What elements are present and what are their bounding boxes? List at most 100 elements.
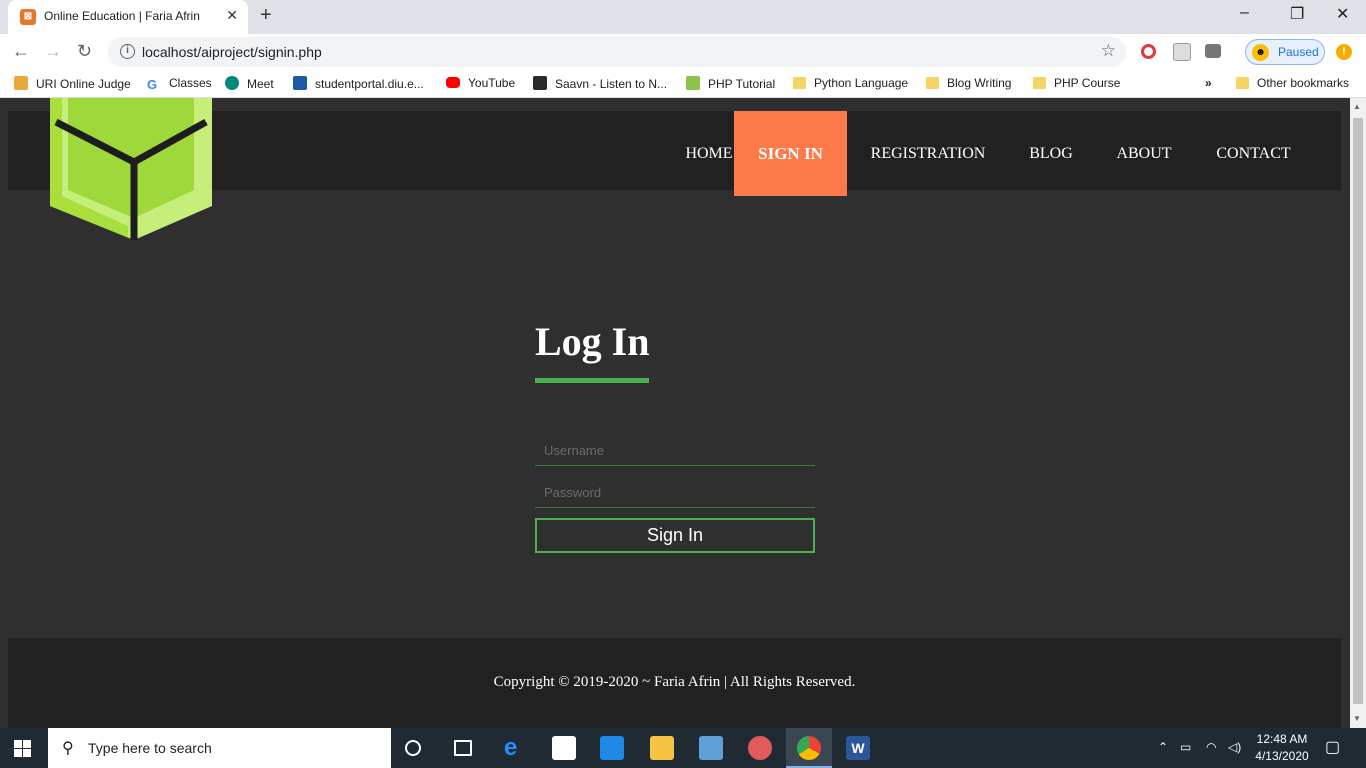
wifi-icon[interactable]: ◠ [1206, 740, 1216, 754]
forward-icon[interactable]: → [44, 41, 62, 62]
bookmark-uri[interactable]: URI Online Judge [14, 76, 131, 92]
tray-overflow-icon[interactable]: ⌃ [1158, 740, 1168, 754]
bookmarks-bar: URI Online Judge G Classes Meet studentpo… [0, 70, 1366, 98]
system-clock[interactable]: 12:48 AM 4/13/2020 [1252, 731, 1312, 765]
clock-time: 12:48 AM [1256, 732, 1308, 746]
diu-icon [293, 76, 307, 90]
bookmark-label: URI Online Judge [36, 77, 131, 91]
bookmark-php-tutorial[interactable]: PHP Tutorial [686, 76, 775, 92]
chrome-icon[interactable] [797, 736, 821, 760]
restore-icon[interactable]: ❐ [1290, 4, 1304, 24]
mail-icon[interactable] [600, 736, 624, 760]
bookmark-other[interactable]: Other bookmarks [1236, 76, 1349, 92]
reload-icon[interactable]: ↻ [77, 41, 92, 62]
tab-strip: ⊠ Online Education | Faria Afrin ✕ + – ❐… [0, 0, 1366, 34]
browser-tab[interactable]: ⊠ Online Education | Faria Afrin ✕ [8, 0, 248, 34]
trophy-icon [14, 76, 28, 90]
taskbar-search-box[interactable]: ⚲ Type here to search [48, 728, 391, 768]
bookmark-label: YouTube [468, 76, 516, 90]
bookmark-python-language[interactable]: Python Language [793, 76, 908, 92]
copyright-text: Copyright © 2019-2020 ~ Faria Afrin | Al… [493, 674, 856, 690]
nav-contact[interactable]: CONTACT [1201, 111, 1306, 196]
bookmark-star-icon[interactable]: ☆ [1101, 41, 1116, 61]
scroll-up-icon[interactable]: ▲ [1353, 102, 1361, 111]
clock-date: 4/13/2020 [1255, 749, 1309, 763]
folder-icon [793, 77, 806, 89]
profile-button[interactable]: ☻ Paused [1245, 39, 1325, 65]
windows-start-icon[interactable] [14, 740, 32, 758]
folder-icon [1033, 77, 1046, 89]
bookmark-label: Classes [169, 76, 212, 90]
nav-registration[interactable]: REGISTRATION [858, 111, 998, 196]
remote-desktop-icon[interactable] [699, 736, 723, 760]
task-view-icon[interactable] [454, 740, 472, 756]
avatar-icon: ☻ [1252, 44, 1269, 61]
bookmark-blog-writing[interactable]: Blog Writing [926, 76, 1011, 92]
cortana-icon[interactable] [405, 740, 421, 756]
bookmark-studentportal[interactable]: studentportal.diu.e... [293, 76, 424, 92]
cube-logo-icon[interactable] [48, 98, 214, 241]
store-icon[interactable] [552, 736, 576, 760]
username-field[interactable] [535, 436, 815, 466]
camera-extension-icon[interactable] [1205, 44, 1221, 58]
window-close-icon[interactable]: ✕ [1336, 4, 1349, 24]
folder-icon [926, 77, 939, 89]
search-icon: ⚲ [62, 740, 74, 757]
w3schools-icon [686, 76, 700, 90]
saavn-icon [533, 76, 547, 90]
scroll-down-icon[interactable]: ▼ [1353, 714, 1361, 723]
notification-icon[interactable]: ▢ [1325, 737, 1340, 757]
bookmark-youtube[interactable]: YouTube [446, 76, 515, 92]
bookmark-classes[interactable]: G Classes [147, 76, 212, 92]
profile-status: Paused [1278, 45, 1319, 59]
edge-icon[interactable]: e [504, 736, 528, 760]
new-tab-icon[interactable]: + [260, 4, 272, 27]
bookmark-label: PHP Tutorial [708, 77, 776, 91]
tab-title: Online Education | Faria Afrin [44, 9, 200, 23]
bookmark-label: studentportal.diu.e... [315, 77, 424, 91]
menu-update-icon[interactable]: ! [1336, 44, 1352, 60]
bookmark-label: Python Language [814, 76, 909, 90]
back-icon[interactable]: ← [12, 41, 30, 62]
nav-blog[interactable]: BLOG [1011, 111, 1091, 196]
page-scrollbar[interactable]: ▲ ▼ [1350, 98, 1366, 728]
bookmark-label: Saavn - Listen to N... [555, 77, 668, 91]
address-bar[interactable]: i localhost/aiproject/signin.php ☆ [108, 37, 1126, 67]
browser-toolbar: ← → ↻ i localhost/aiproject/signin.php ☆… [0, 34, 1366, 70]
login-title: Log In [535, 319, 650, 364]
site-footer: Copyright © 2019-2020 ~ Faria Afrin | Al… [8, 638, 1341, 728]
bookmarks-overflow[interactable]: » [1205, 76, 1212, 92]
volume-icon[interactable]: ◁) [1228, 740, 1241, 754]
bookmark-label: Other bookmarks [1257, 76, 1350, 90]
nav-about[interactable]: ABOUT [1104, 111, 1184, 196]
file-explorer-icon[interactable] [650, 736, 674, 760]
bookmark-saavn[interactable]: Saavn - Listen to N... [533, 76, 667, 92]
sign-in-button[interactable]: Sign In [535, 518, 815, 553]
password-field[interactable] [535, 478, 815, 508]
bookmark-label: Blog Writing [947, 76, 1012, 90]
word-icon[interactable]: W [846, 736, 870, 760]
address-url[interactable]: localhost/aiproject/signin.php [142, 44, 322, 60]
xampp-favicon-icon: ⊠ [20, 9, 36, 25]
minimize-icon[interactable]: – [1240, 4, 1249, 22]
scroll-thumb[interactable] [1353, 118, 1363, 704]
calculator-extension-icon[interactable] [1173, 43, 1191, 61]
windows-taskbar: ⚲ Type here to search e W ⌃ ▭ ◠ ◁) 12:48… [0, 728, 1366, 768]
taskbar-search-placeholder: Type here to search [88, 740, 212, 756]
bookmark-meet[interactable]: Meet [225, 76, 274, 92]
bookmark-label: Meet [247, 77, 274, 91]
folder-icon [1236, 77, 1249, 89]
bookmark-label: PHP Course [1054, 76, 1121, 90]
bookmark-php-course[interactable]: PHP Course [1033, 76, 1120, 92]
battery-icon[interactable]: ▭ [1180, 740, 1191, 754]
site-info-icon[interactable]: i [120, 44, 135, 59]
google-icon: G [147, 77, 158, 92]
meet-icon [225, 76, 239, 90]
tab-close-icon[interactable]: ✕ [226, 7, 238, 24]
web-page: HOME SIGN IN REGISTRATION BLOG ABOUT CON… [0, 98, 1350, 728]
grammarly-extension-icon[interactable] [1141, 44, 1156, 59]
nav-sign-in[interactable]: SIGN IN [734, 111, 847, 196]
title-underline [535, 378, 649, 383]
paint-icon[interactable] [748, 736, 772, 760]
youtube-icon [446, 77, 460, 88]
